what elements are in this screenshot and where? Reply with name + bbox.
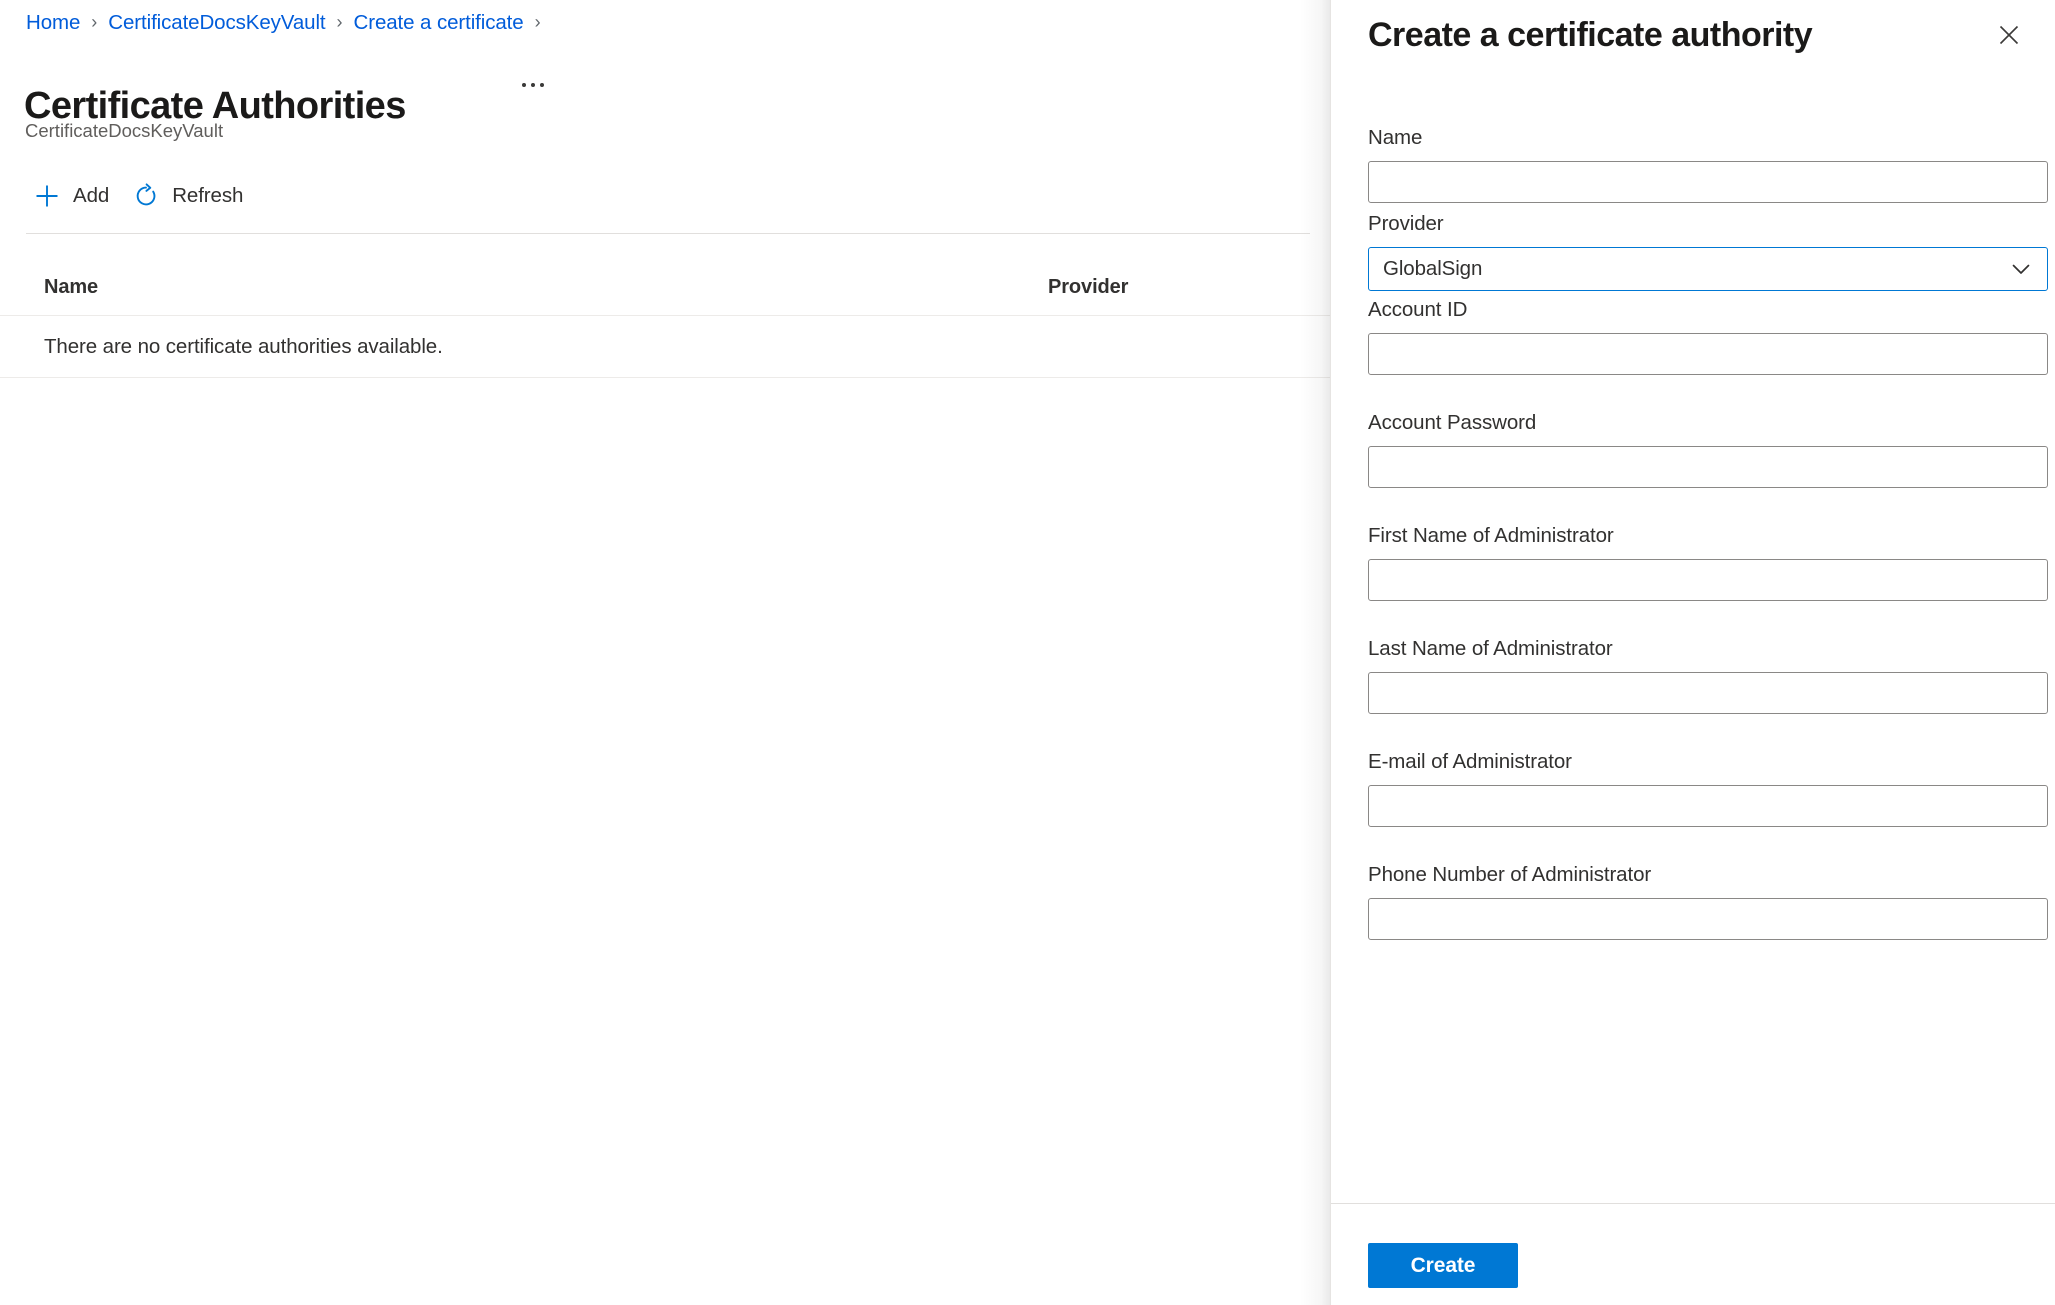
refresh-button[interactable]: Refresh xyxy=(125,172,259,220)
certificate-authorities-table: Name Provider There are no certificate a… xyxy=(0,258,1330,378)
table-empty-row: There are no certificate authorities ava… xyxy=(0,316,1330,378)
email-input[interactable] xyxy=(1368,785,2048,827)
command-bar: Add Refresh xyxy=(26,172,259,220)
field-phone-number: Phone Number of Administrator xyxy=(1368,862,2048,940)
breadcrumb-item-home[interactable]: Home xyxy=(26,9,80,37)
field-label-last-name: Last Name of Administrator xyxy=(1368,637,1613,660)
field-label-phone-number: Phone Number of Administrator xyxy=(1368,863,1652,886)
breadcrumb-separator-icon: › xyxy=(534,12,541,32)
create-button[interactable]: Create xyxy=(1368,1243,1518,1288)
column-header-provider[interactable]: Provider xyxy=(1048,274,1128,300)
provider-select[interactable]: GlobalSign xyxy=(1368,247,2048,291)
field-label-provider: Provider xyxy=(1368,212,1444,235)
field-last-name: Last Name of Administrator xyxy=(1368,636,2048,714)
field-label-name: Name xyxy=(1368,126,1423,149)
column-header-name[interactable]: Name xyxy=(44,274,98,300)
breadcrumb-item-keyvault[interactable]: CertificateDocsKeyVault xyxy=(108,9,325,37)
field-email: E-mail of Administrator xyxy=(1368,749,2048,827)
field-first-name: First Name of Administrator xyxy=(1368,523,2048,601)
field-name: Name xyxy=(1368,125,2048,203)
refresh-icon xyxy=(131,181,161,211)
account-password-input[interactable] xyxy=(1368,446,2048,488)
close-button[interactable] xyxy=(1987,14,2031,58)
field-label-account-password: Account Password xyxy=(1368,411,1537,434)
azure-portal-screen: Home › CertificateDocsKeyVault › Create … xyxy=(0,0,2055,1305)
add-button[interactable]: Add xyxy=(26,172,125,220)
field-label-email: E-mail of Administrator xyxy=(1368,750,1572,773)
field-label-first-name: First Name of Administrator xyxy=(1368,524,1614,547)
plus-icon xyxy=(32,181,62,211)
last-name-input[interactable] xyxy=(1368,672,2048,714)
context-pane-footer: Create xyxy=(1331,1204,2055,1305)
more-actions-button[interactable] xyxy=(515,70,551,100)
ellipsis-dot-icon xyxy=(531,83,535,87)
name-input[interactable] xyxy=(1368,161,2048,203)
table-header-row: Name Provider xyxy=(0,258,1330,316)
page-subtitle: CertificateDocsKeyVault xyxy=(25,120,224,141)
first-name-input[interactable] xyxy=(1368,559,2048,601)
phone-number-input[interactable] xyxy=(1368,898,2048,940)
breadcrumb: Home › CertificateDocsKeyVault › Create … xyxy=(26,9,552,37)
ellipsis-dot-icon xyxy=(540,83,544,87)
breadcrumb-separator-icon: › xyxy=(336,12,343,32)
create-certificate-authority-pane: Create a certificate authority Name Prov… xyxy=(1330,0,2055,1305)
field-provider: Provider GlobalSign xyxy=(1368,211,2048,291)
field-account-password: Account Password xyxy=(1368,410,2048,488)
provider-select-value[interactable]: GlobalSign xyxy=(1368,247,2048,291)
add-button-label: Add xyxy=(73,184,110,207)
close-icon xyxy=(1996,22,2022,51)
table-empty-message: There are no certificate authorities ava… xyxy=(44,334,443,358)
breadcrumb-separator-icon: › xyxy=(91,12,98,32)
command-bar-divider xyxy=(26,233,1310,234)
field-label-account-id: Account ID xyxy=(1368,298,1468,321)
breadcrumb-item-create-certificate[interactable]: Create a certificate xyxy=(354,9,524,37)
context-pane-body: Name Provider GlobalSign Account ID Acco… xyxy=(1331,78,2055,1203)
account-id-input[interactable] xyxy=(1368,333,2048,375)
refresh-button-label: Refresh xyxy=(172,184,244,207)
context-pane-header: Create a certificate authority xyxy=(1331,0,2055,78)
ellipsis-dot-icon xyxy=(522,83,526,87)
field-account-id: Account ID xyxy=(1368,297,2048,375)
certificate-authorities-blade: Home › CertificateDocsKeyVault › Create … xyxy=(0,0,1330,1305)
context-pane-title: Create a certificate authority xyxy=(1368,16,1813,54)
